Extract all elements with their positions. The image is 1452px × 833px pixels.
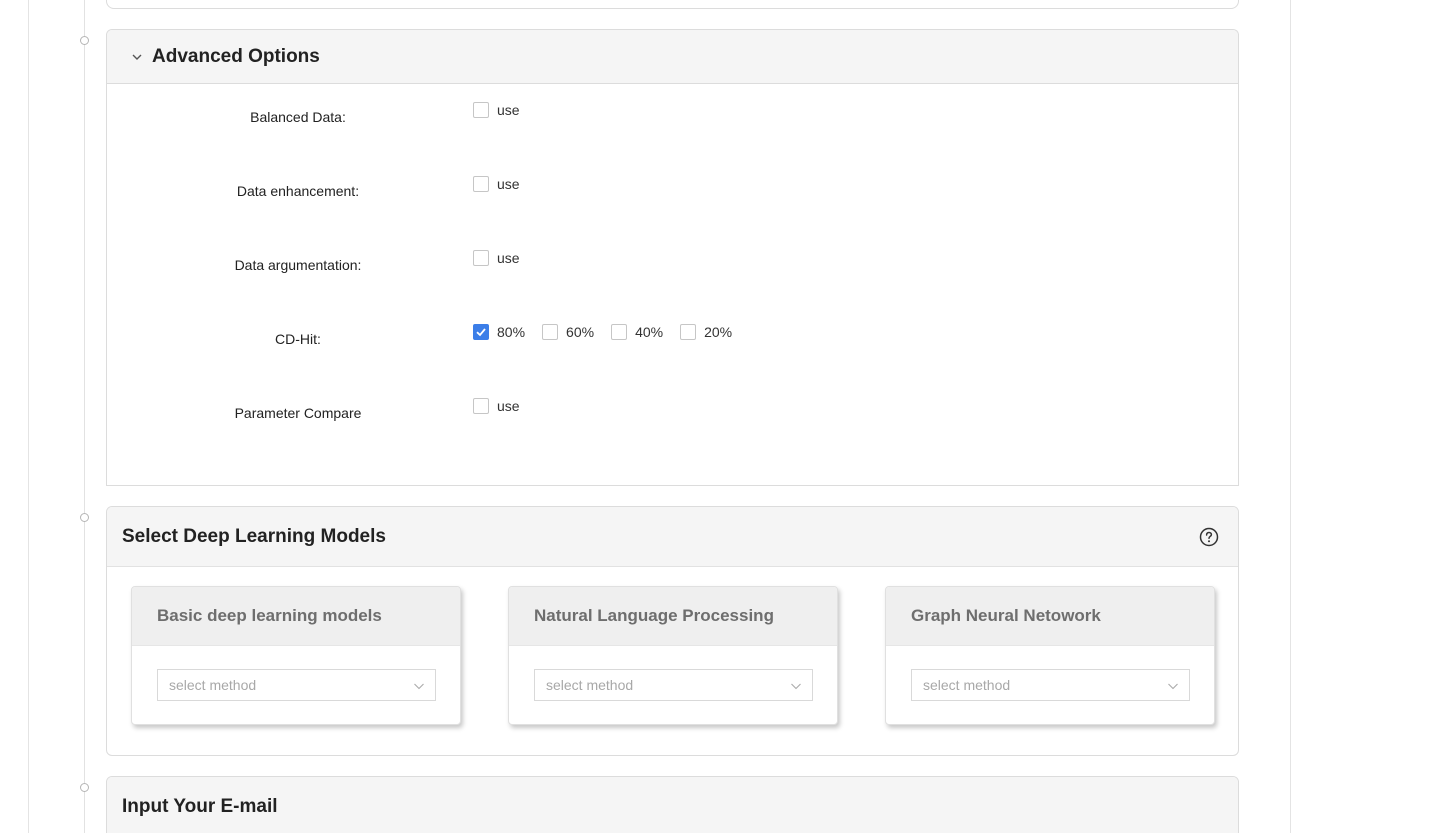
cd-hit-40-checkbox[interactable]: [611, 324, 628, 340]
balanced-data-label: Balanced Data:: [250, 109, 346, 125]
page-border-right: [1290, 0, 1291, 833]
option-label: 80%: [497, 324, 526, 340]
select-placeholder: select method: [923, 677, 1011, 693]
cd-hit-20-checkbox[interactable]: [680, 324, 697, 340]
model-box-header: Graph Neural Netowork: [886, 587, 1214, 646]
timeline-dot-email: [80, 783, 89, 792]
models-section-card: Select Deep Learning Models Basic deep l…: [106, 506, 1239, 756]
form-row-cd-hit: CD-Hit: 80% 60% 40% 20%: [107, 324, 1238, 354]
data-argumentation-label: Data argumentation:: [234, 257, 362, 273]
timeline-dot-models: [80, 513, 89, 522]
parameter-compare-checkbox[interactable]: [473, 398, 489, 414]
data-argumentation-use-option[interactable]: use: [473, 250, 520, 266]
data-argumentation-checkbox[interactable]: [473, 250, 489, 266]
email-section-card: Input Your E-mail: [106, 776, 1239, 833]
balanced-data-checkbox[interactable]: [473, 102, 489, 118]
previous-section-card: [106, 0, 1239, 9]
option-label: use: [497, 398, 520, 414]
option-label: use: [497, 176, 520, 192]
parameter-compare-label: Parameter Compare: [234, 405, 362, 421]
chevron-down-icon: [1168, 683, 1178, 690]
cd-hit-option-40[interactable]: 40%: [611, 324, 663, 340]
email-section-title: Input Your E-mail: [122, 796, 278, 817]
option-label: use: [497, 250, 520, 266]
advanced-options-title: Advanced Options: [152, 45, 320, 67]
model-box-nlp: Natural Language Processing select metho…: [508, 586, 838, 725]
model-box-title: Basic deep learning models: [157, 606, 382, 625]
checkmark-icon: [476, 328, 486, 337]
email-section-header: Input Your E-mail: [107, 777, 1238, 833]
cd-hit-label: CD-Hit:: [275, 331, 321, 347]
advanced-options-header[interactable]: Advanced Options: [107, 30, 1238, 84]
option-label: use: [497, 102, 520, 118]
form-row-data-enhancement: Data enhancement: use: [107, 176, 1238, 206]
models-section-header: Select Deep Learning Models: [107, 507, 1238, 567]
balanced-data-use-option[interactable]: use: [473, 102, 520, 118]
timeline-line: [84, 0, 85, 833]
select-placeholder: select method: [169, 677, 257, 693]
models-section-title: Select Deep Learning Models: [122, 525, 386, 547]
model-box-gnn: Graph Neural Netowork select method: [885, 586, 1215, 725]
chevron-down-icon: [791, 683, 801, 690]
parameter-compare-use-option[interactable]: use: [473, 398, 520, 414]
gnn-method-select[interactable]: select method: [911, 669, 1190, 701]
cd-hit-option-20[interactable]: 20%: [680, 324, 732, 340]
model-box-title: Natural Language Processing: [534, 606, 774, 625]
page-border-left: [28, 0, 29, 833]
data-enhancement-label: Data enhancement:: [236, 183, 360, 199]
chevron-down-icon[interactable]: [131, 51, 143, 63]
form-row-data-argumentation: Data argumentation: use: [107, 250, 1238, 280]
form-row-balanced-data: Balanced Data: use: [107, 102, 1238, 132]
nlp-method-select[interactable]: select method: [534, 669, 813, 701]
basic-method-select[interactable]: select method: [157, 669, 436, 701]
model-box-title: Graph Neural Netowork: [911, 606, 1101, 625]
advanced-options-divider: [106, 485, 1239, 486]
cd-hit-60-checkbox[interactable]: [542, 324, 559, 340]
data-enhancement-checkbox[interactable]: [473, 176, 489, 192]
option-label: 60%: [566, 324, 595, 340]
option-label: 20%: [704, 324, 733, 340]
option-label: 40%: [635, 324, 664, 340]
cd-hit-option-60[interactable]: 60%: [542, 324, 594, 340]
timeline-dot-advanced: [80, 36, 89, 45]
model-box-basic: Basic deep learning models select method: [131, 586, 461, 725]
select-placeholder: select method: [546, 677, 634, 693]
cd-hit-80-checkbox[interactable]: [473, 324, 489, 340]
form-row-parameter-compare: Parameter Compare use: [107, 398, 1238, 428]
cd-hit-option-80[interactable]: 80%: [473, 324, 525, 340]
advanced-options-panel: Advanced Options Balanced Data: use Data…: [106, 29, 1239, 486]
model-box-header: Basic deep learning models: [132, 587, 460, 646]
model-box-header: Natural Language Processing: [509, 587, 837, 646]
chevron-down-icon: [414, 683, 424, 690]
question-circle-icon[interactable]: [1199, 527, 1219, 547]
data-enhancement-use-option[interactable]: use: [473, 176, 520, 192]
